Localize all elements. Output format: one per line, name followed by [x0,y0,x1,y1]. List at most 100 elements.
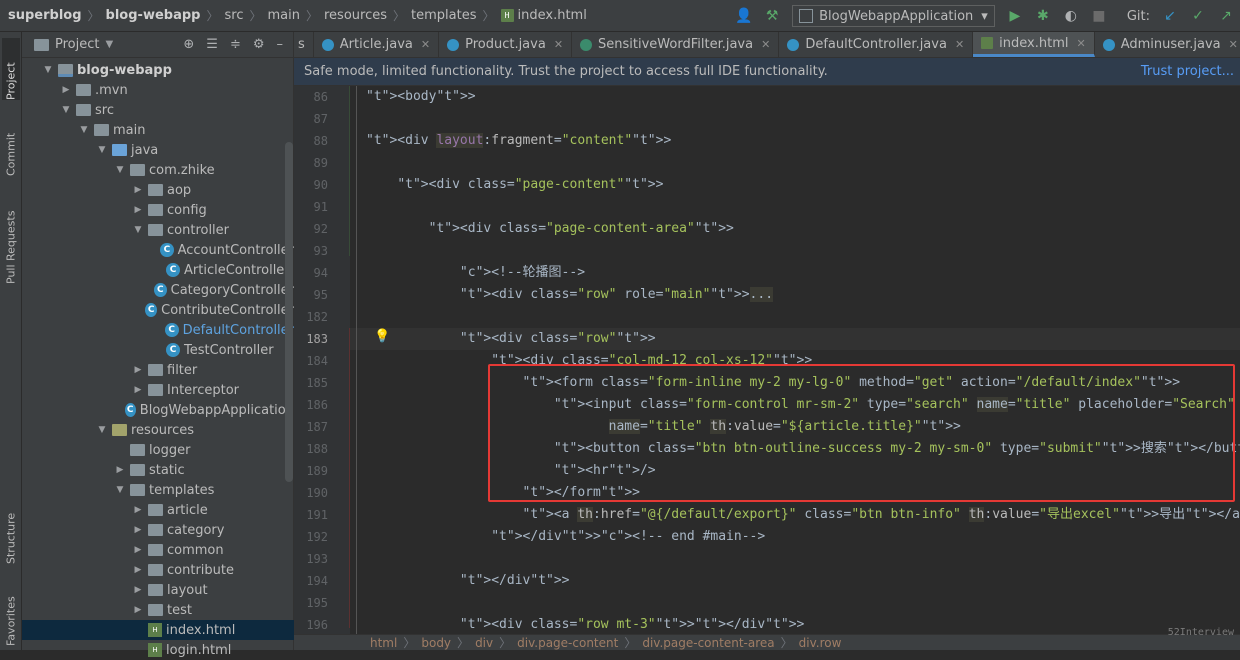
close-icon[interactable]: ✕ [761,38,770,51]
breadcrumb-main[interactable]: main [267,8,299,23]
element-path-item[interactable]: div.page-content [517,636,618,650]
commit-tool-tab[interactable]: Commit [2,116,20,176]
element-path-item[interactable]: body [421,636,451,650]
editor-tab[interactable]: Adminuser.java ✕ [1095,32,1240,57]
code-editor[interactable]: "t"><body"t">> "t"><div layout:fragment="… [350,86,1240,634]
expand-arrow-icon[interactable]: ▼ [114,165,126,175]
tree-item[interactable]: C CategoryController [22,280,294,300]
pull-requests-tool-tab[interactable]: Pull Requests [2,192,20,284]
tree-item[interactable]: C BlogWebappApplication [22,400,294,420]
code-line[interactable]: "t"><a th:href="@{/default/export}" clas… [366,504,1240,526]
tree-item[interactable]: ▶ test [22,600,294,620]
collapse-arrow-icon[interactable]: ▶ [132,605,144,615]
editor-tab[interactable]: s [294,32,314,57]
tree-item[interactable]: C ContributeController [22,300,294,320]
close-icon[interactable]: ✕ [1229,38,1238,51]
code-line[interactable]: "t"><div class="row""t">> [350,328,1240,350]
collapse-arrow-icon[interactable]: ▶ [132,365,144,375]
close-icon[interactable]: ✕ [955,38,964,51]
close-icon[interactable]: ✕ [421,38,430,51]
close-icon[interactable]: ✕ [554,38,563,51]
collapse-arrow-icon[interactable]: ▶ [132,545,144,555]
git-commit-icon[interactable]: ✓ [1188,6,1208,26]
tree-item[interactable]: ▶ config [22,200,294,220]
editor-tab[interactable]: DefaultController.java ✕ [779,32,974,57]
tree-item[interactable]: C DefaultController [22,320,294,340]
user-icon[interactable]: 👤 [734,6,754,26]
tree-item[interactable]: ▼ com.zhike [22,160,294,180]
breadcrumb-resources[interactable]: resources [324,8,387,23]
breadcrumb-file[interactable]: index.html [518,8,587,23]
favorites-tool-tab[interactable]: Favorites [2,580,20,646]
breadcrumb-templates[interactable]: templates [411,8,476,23]
tree-item[interactable]: ▶ .mvn [22,80,294,100]
breadcrumb-module[interactable]: blog-webapp [106,8,201,23]
expand-arrow-icon[interactable]: ▼ [132,225,144,235]
collapse-arrow-icon[interactable]: ▶ [60,85,72,95]
tree-item[interactable]: ▼ main [22,120,294,140]
code-line[interactable]: "t"><div class="row mt-3""t">>"t"></div"… [366,614,804,634]
collapse-arrow-icon[interactable]: ▶ [132,505,144,515]
editor-tab[interactable]: Article.java ✕ [314,32,440,57]
chevron-down-icon[interactable]: ▼ [105,39,113,50]
expand-arrow-icon[interactable]: ▼ [42,65,54,75]
collapse-arrow-icon[interactable]: ▶ [132,525,144,535]
expand-arrow-icon[interactable]: ▼ [96,145,108,155]
tree-item[interactable]: ▶ Interceptor [22,380,294,400]
collapse-arrow-icon[interactable]: ▶ [132,385,144,395]
collapse-all-icon[interactable]: ≑ [230,37,241,52]
project-panel-title[interactable]: Project [55,37,99,52]
tree-item[interactable]: ▼ java [22,140,294,160]
code-line[interactable]: "t"><div class="row" role="main""t">>... [366,284,774,306]
collapse-arrow-icon[interactable]: ▶ [132,205,144,215]
element-path-item[interactable]: div.row [799,636,842,650]
tree-item[interactable]: ▶ layout [22,580,294,600]
run-configuration-select[interactable]: BlogWebappApplication ▾ [792,5,995,27]
hide-icon[interactable]: – [277,37,284,52]
editor-tab[interactable]: index.html ✕ [973,32,1095,57]
locate-icon[interactable]: ⊕ [183,37,194,52]
tree-item[interactable]: ▶ contribute [22,560,294,580]
tree-item[interactable]: C ArticleController [22,260,294,280]
tree-item[interactable]: logger [22,440,294,460]
tree-item[interactable]: ▶ common [22,540,294,560]
tree-item[interactable]: C AccountController [22,240,294,260]
git-push-icon[interactable]: ↗ [1216,6,1236,26]
expand-all-icon[interactable]: ☰ [206,37,218,52]
tree-item[interactable]: ▶ filter [22,360,294,380]
stop-icon[interactable]: ■ [1089,6,1109,26]
tree-item[interactable]: ▼ src [22,100,294,120]
project-scrollbar[interactable] [285,142,293,482]
tree-item[interactable]: ▶ article [22,500,294,520]
lightbulb-icon[interactable]: 💡 [374,329,390,344]
tree-item[interactable]: ▶ static [22,460,294,480]
code-line[interactable]: "t"></div"t">>"c"><!-- end #main--> [366,526,765,548]
structure-tool-tab[interactable]: Structure [2,492,20,564]
tree-item[interactable]: ▼ resources [22,420,294,440]
tree-item[interactable]: ▼ controller [22,220,294,240]
element-path-item[interactable]: html [370,636,397,650]
code-line[interactable]: "t"><div class="page-content""t">> [366,174,663,196]
breadcrumb-src[interactable]: src [224,8,243,23]
gear-icon[interactable]: ⚙ [253,37,265,52]
coverage-icon[interactable]: ◐ [1061,6,1081,26]
collapse-arrow-icon[interactable]: ▶ [132,185,144,195]
expand-arrow-icon[interactable]: ▼ [114,485,126,495]
expand-arrow-icon[interactable]: ▼ [96,425,108,435]
element-path-item[interactable]: div [475,636,493,650]
code-line[interactable]: "t"><div layout:fragment="content""t">> [366,130,671,152]
code-line[interactable]: "c"><!--轮播图--> [366,262,585,284]
code-line[interactable]: "t"></div"t">> [366,570,570,592]
tree-item[interactable]: Hindex.html [22,620,294,640]
trust-project-link[interactable]: Trust project... [1141,64,1234,79]
expand-arrow-icon[interactable]: ▼ [78,125,90,135]
editor-tab[interactable]: Product.java ✕ [439,32,573,57]
project-tool-tab[interactable]: Project [2,38,20,100]
code-line[interactable]: "t"><body"t">> [366,86,476,108]
element-path-item[interactable]: div.page-content-area [642,636,774,650]
debug-icon[interactable]: ✱ [1033,6,1053,26]
tree-item[interactable]: Hlogin.html [22,640,294,660]
tree-item[interactable]: ▼ blog-webapp [22,60,294,80]
code-line[interactable]: "t"><div class="page-content-area""t">> [366,218,734,240]
collapse-arrow-icon[interactable]: ▶ [114,465,126,475]
